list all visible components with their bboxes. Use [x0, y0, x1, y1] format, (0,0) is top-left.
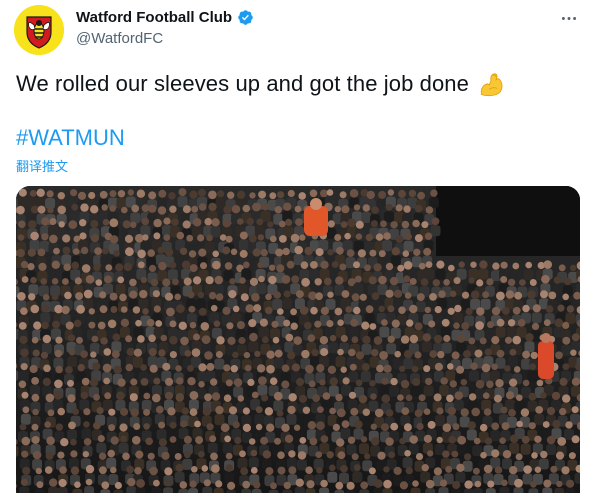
- avatar[interactable]: [14, 5, 64, 55]
- author-display-name[interactable]: Watford Football Club: [76, 9, 232, 26]
- more-horizontal-icon[interactable]: [559, 8, 579, 28]
- tweet-media-photo[interactable]: [16, 186, 580, 493]
- flexed-biceps-icon: [480, 73, 503, 97]
- tweet-text: We rolled our sleeves up and got the job…: [16, 70, 505, 98]
- tweet-text-content: We rolled our sleeves up and got the job…: [16, 71, 469, 96]
- author-handle[interactable]: @WatfordFC: [76, 30, 163, 47]
- crowd-photo: [16, 186, 580, 493]
- author-name-row: Watford Football Club: [76, 9, 254, 26]
- tweet-card: Watford Football Club @WatfordFC We roll…: [0, 0, 593, 493]
- translate-tweet-link[interactable]: 翻译推文: [16, 156, 68, 175]
- watford-hornet-crest-icon: [14, 5, 64, 55]
- hashtag-link[interactable]: #WATMUN: [16, 125, 125, 151]
- verified-badge-icon: [238, 10, 253, 25]
